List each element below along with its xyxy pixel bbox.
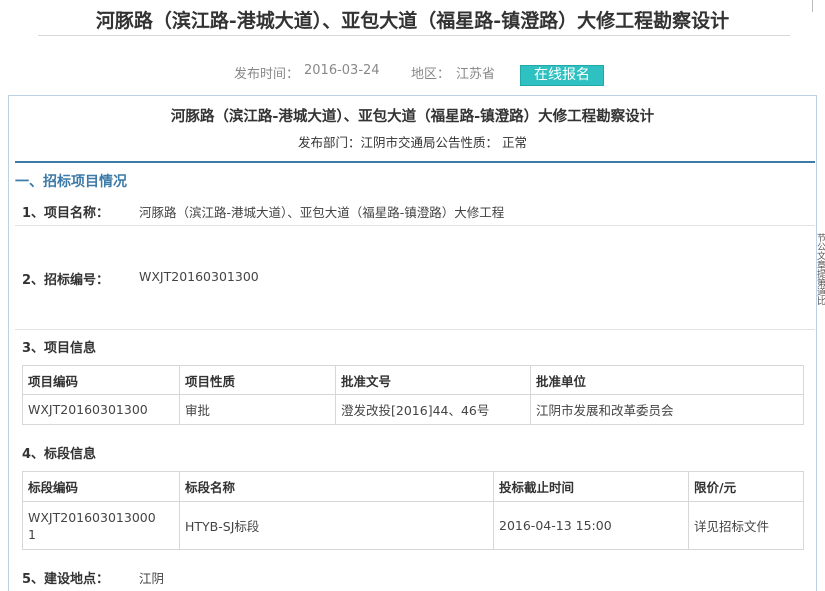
section-info-table: 标段编码 标段名称 投标截止时间 限价/元 WXJT201603013000 1… xyxy=(22,471,804,550)
col-price-limit: 限价/元 xyxy=(688,471,804,502)
document-subtitle: 发布部门：江阴市交通局公告性质： 正常 xyxy=(298,135,527,150)
cell-project-code: WXJT20160301300 xyxy=(22,394,180,425)
build-location-label: 5、建设地点： xyxy=(22,572,110,587)
project-info-label: 3、项目信息 xyxy=(22,341,97,356)
project-name-value: 河豚路（滨江路-港城大道）、亚包大道（福星路-镇澄路）大修工程 xyxy=(139,205,505,220)
table-row: WXJT20160301300 审批 澄发改投[2016]44、46号 江阴市发… xyxy=(22,394,804,425)
table-row: WXJT201603013000 1 HTYB-SJ标段 2016-04-13 … xyxy=(22,501,804,550)
region-value: 江苏省 xyxy=(456,67,496,82)
table-header-row: 标段编码 标段名称 投标截止时间 限价/元 xyxy=(22,471,804,502)
section-heading: 一、招标项目情况 xyxy=(15,161,815,191)
build-location-value: 江阴 xyxy=(139,571,165,586)
publish-time: 2016-03-24 xyxy=(304,63,380,78)
tender-number-value: WXJT20160301300 xyxy=(139,269,259,284)
cell-approval-doc: 澄发改投[2016]44、46号 xyxy=(335,394,531,425)
row-divider xyxy=(15,225,815,226)
document-title: 河豚路（滨江路-港城大道）、亚包大道（福星路-镇澄路）大修工程勘察设计 xyxy=(170,108,655,125)
publish-time-label: 发布时间： xyxy=(234,67,300,82)
tender-number-label: 2、招标编号： xyxy=(22,273,110,288)
cell-approval-unit: 江阴市发展和改革委员会 xyxy=(530,394,804,425)
row-divider xyxy=(15,329,815,330)
table-header-row: 项目编码 项目性质 批准文号 批准单位 xyxy=(22,365,804,395)
section-info-label: 4、标段信息 xyxy=(22,447,97,462)
cell-project-nature: 审批 xyxy=(179,394,336,425)
side-truncated-text: 节公文章提第道比 xyxy=(815,233,825,305)
col-deadline: 投标截止时间 xyxy=(493,471,689,502)
project-name-label: 1、项目名称： xyxy=(22,206,110,221)
col-project-code: 项目编码 xyxy=(22,365,180,395)
col-approval-unit: 批准单位 xyxy=(530,365,804,395)
col-approval-doc: 批准文号 xyxy=(335,365,531,395)
title-divider xyxy=(38,35,790,36)
page-title: 河豚路（滨江路-港城大道）、亚包大道（福星路-镇澄路）大修工程勘察设计 xyxy=(95,10,730,32)
col-section-code: 标段编码 xyxy=(22,471,180,502)
col-project-nature: 项目性质 xyxy=(179,365,336,395)
col-section-name: 标段名称 xyxy=(179,471,494,502)
project-info-table: 项目编码 项目性质 批准文号 批准单位 WXJT20160301300 审批 澄… xyxy=(22,365,804,425)
window-edge xyxy=(812,0,813,12)
online-signup-button[interactable]: 在线报名 xyxy=(520,65,604,86)
cell-price-limit: 详见招标文件 xyxy=(688,501,804,550)
region-label: 地区： xyxy=(411,67,451,82)
cell-deadline: 2016-04-13 15:00 xyxy=(493,501,689,550)
cell-section-name: HTYB-SJ标段 xyxy=(179,501,494,550)
cell-section-code: WXJT201603013000 1 xyxy=(22,501,180,550)
